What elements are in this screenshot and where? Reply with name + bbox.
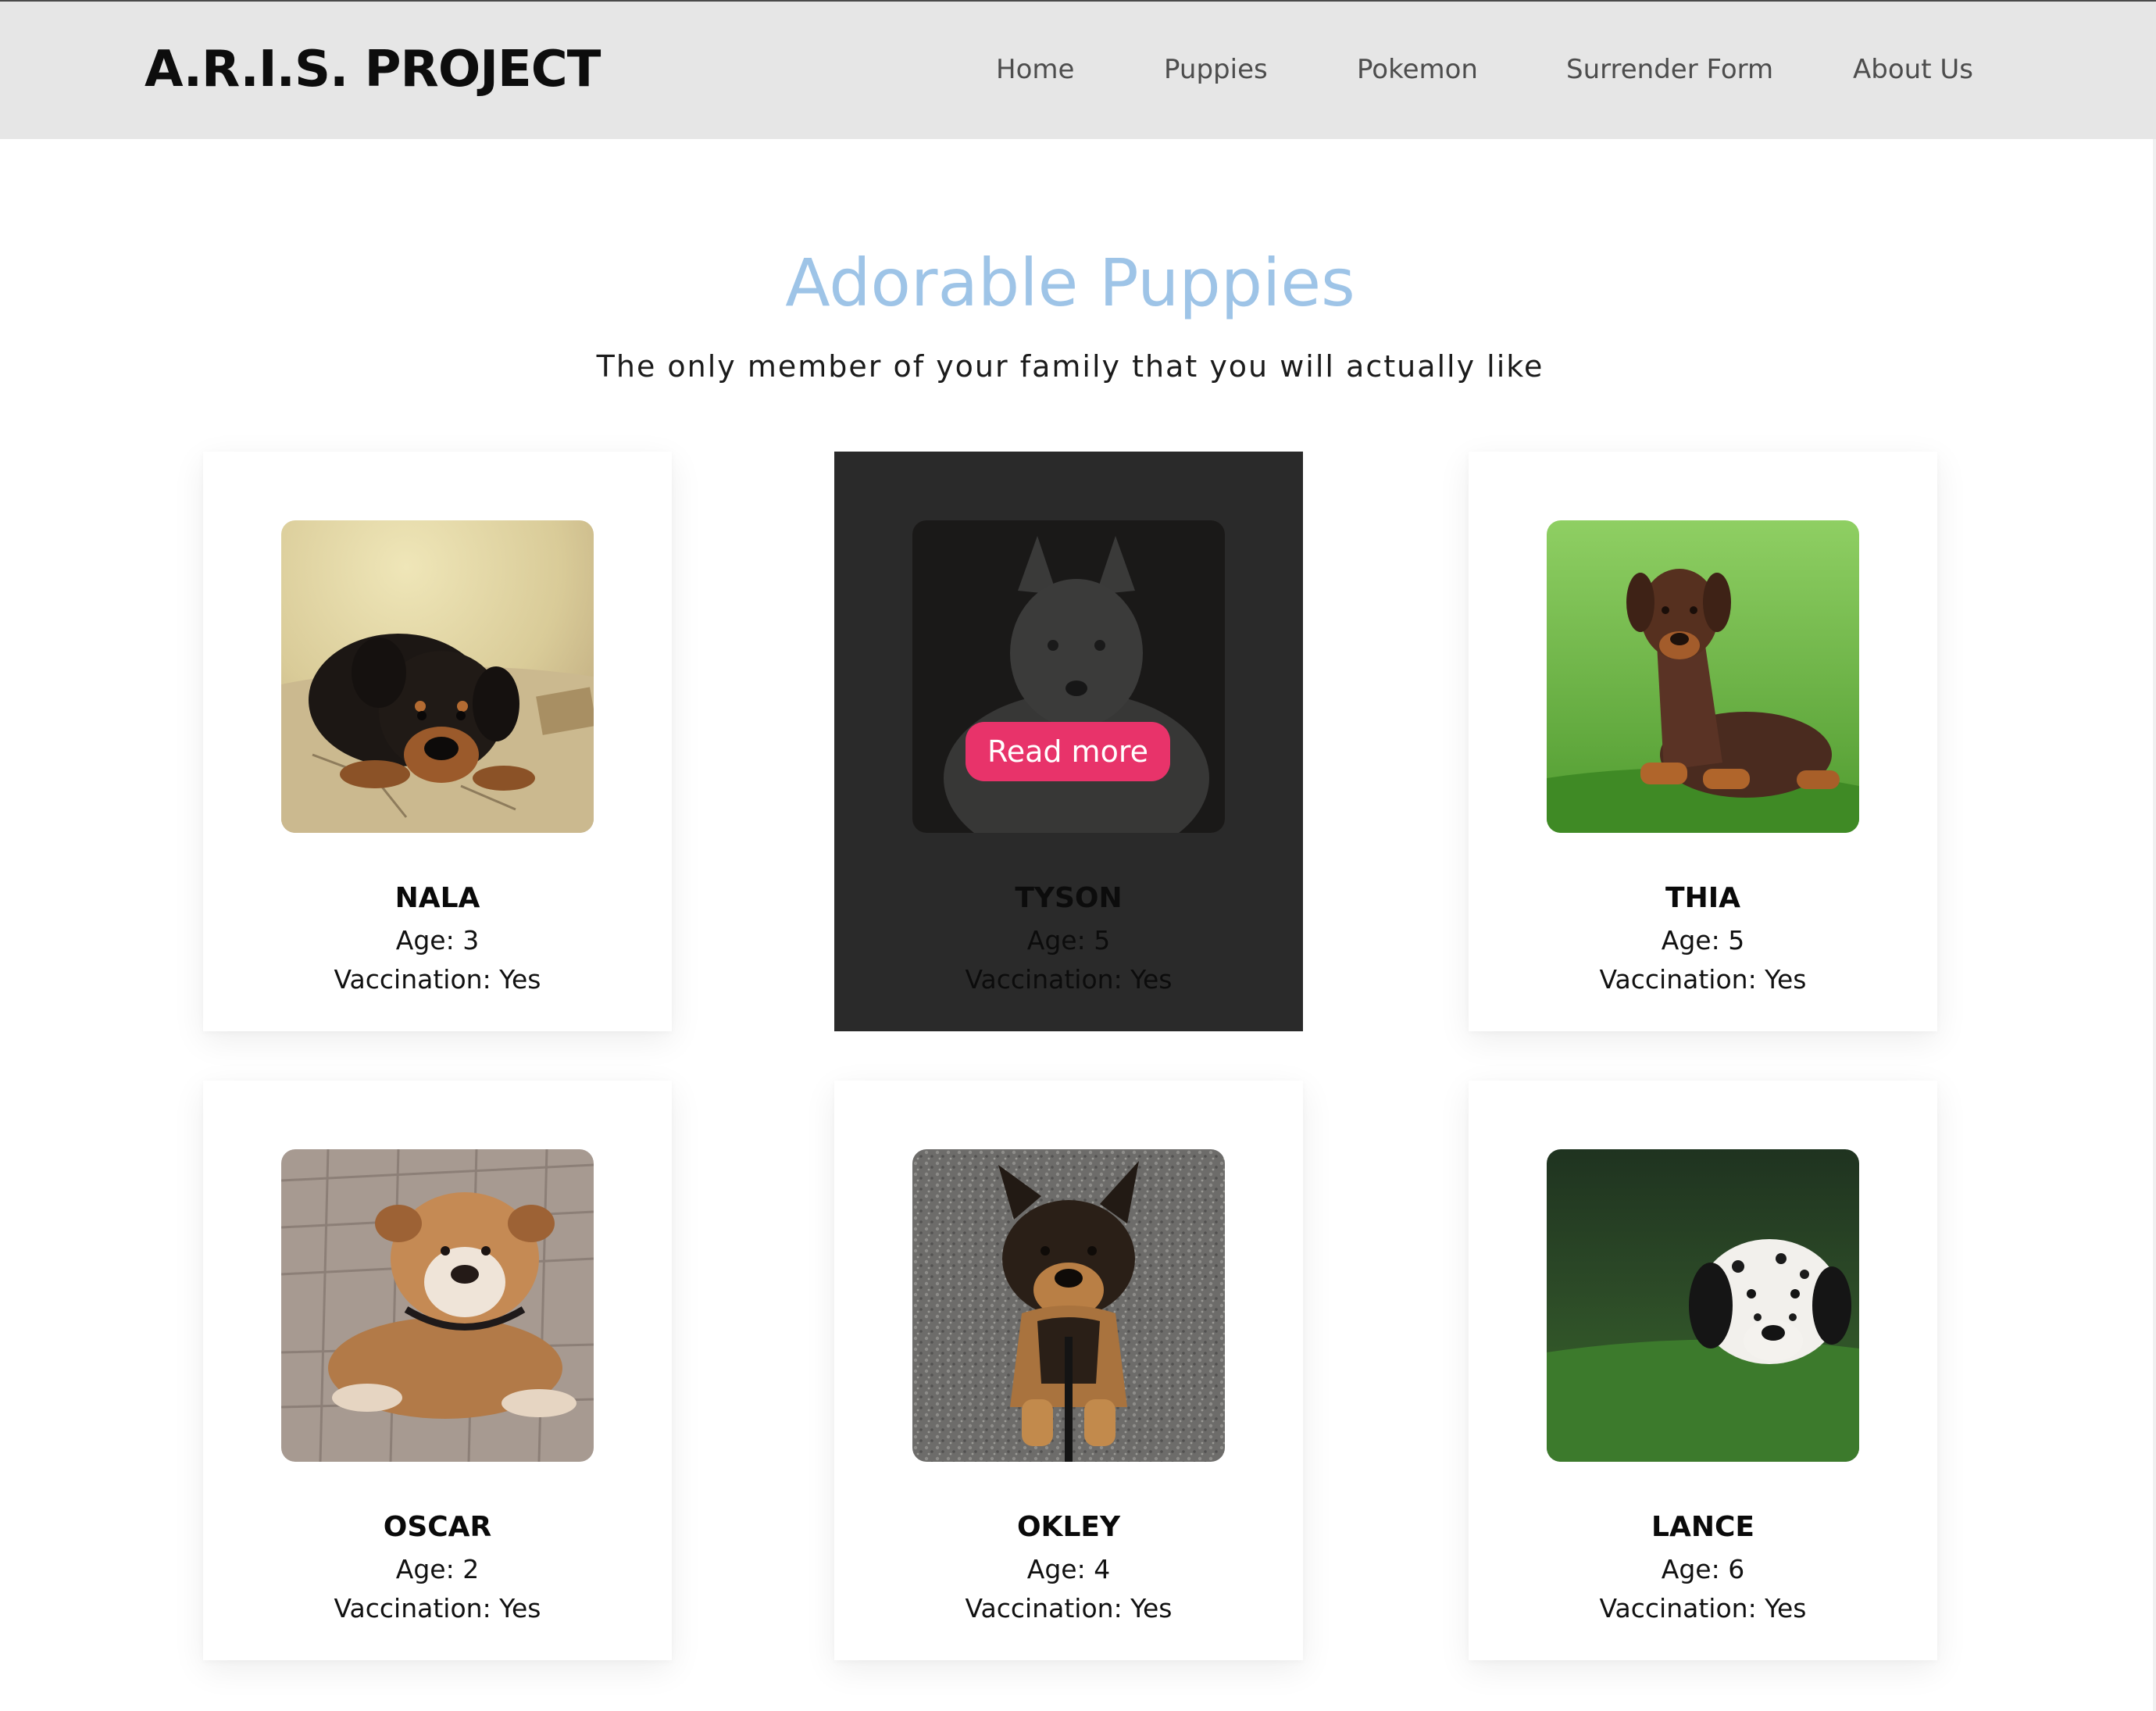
puppy-card-okley[interactable]: OKLEY Age: 4 Vaccination: Yes — [834, 1081, 1303, 1660]
puppy-vaccination: Vaccination: Yes — [965, 1593, 1173, 1623]
puppy-name: TYSON — [1015, 882, 1123, 914]
nav-link-surrender-form[interactable]: Surrender Form — [1566, 50, 1773, 89]
puppy-name: OSCAR — [383, 1511, 492, 1543]
german-shepherd-puppy-photo — [912, 1149, 1225, 1462]
husky-puppy-photo: Read more — [912, 520, 1225, 833]
page-subtitle: The only member of your family that you … — [596, 349, 1544, 384]
puppy-card-nala[interactable]: NALA Age: 3 Vaccination: Yes — [203, 452, 672, 1031]
bulldog-puppy-photo — [281, 1149, 594, 1462]
page-edge-divider — [2153, 139, 2156, 1711]
puppy-card-tyson[interactable]: Read more TYSON Age: 5 Vaccination: Yes — [834, 452, 1303, 1031]
dalmatian-puppy-image — [1547, 1149, 1859, 1462]
puppy-age: Age: 2 — [395, 1554, 480, 1584]
puppy-card-thia[interactable]: THIA Age: 5 Vaccination: Yes — [1469, 452, 1937, 1031]
puppy-vaccination: Vaccination: Yes — [1599, 1593, 1807, 1623]
nav-link-about-us[interactable]: About Us — [1853, 50, 1973, 89]
puppy-vaccination: Vaccination: Yes — [1599, 964, 1807, 995]
puppy-vaccination: Vaccination: Yes — [334, 964, 541, 995]
brand-logo-text[interactable]: A.R.I.S. PROJECT — [145, 34, 601, 105]
page-title: Adorable Puppies — [785, 245, 1355, 321]
image-hover-overlay — [912, 520, 1225, 833]
rottweiler-puppy-image — [281, 520, 594, 833]
puppy-name: OKLEY — [1016, 1511, 1121, 1543]
doberman-puppy-photo — [1547, 520, 1859, 833]
german-shepherd-puppy-image — [912, 1149, 1225, 1462]
puppy-name: LANCE — [1651, 1511, 1754, 1543]
puppy-vaccination: Vaccination: Yes — [965, 964, 1173, 995]
puppy-age: Age: 5 — [1661, 925, 1745, 956]
dalmatian-puppy-photo — [1547, 1149, 1859, 1462]
rottweiler-puppy-photo — [281, 520, 594, 833]
puppy-age: Age: 6 — [1661, 1554, 1745, 1584]
nav-link-home[interactable]: Home — [996, 50, 1074, 89]
top-navigation-bar: A.R.I.S. PROJECT Home Puppies Pokemon Su… — [0, 0, 2156, 139]
puppy-card-oscar[interactable]: OSCAR Age: 2 Vaccination: Yes — [203, 1081, 672, 1660]
puppy-name: THIA — [1665, 882, 1740, 914]
nav-link-puppies[interactable]: Puppies — [1164, 50, 1268, 89]
doberman-puppy-image — [1547, 520, 1859, 833]
puppy-name: NALA — [394, 882, 480, 914]
puppy-age: Age: 3 — [395, 925, 480, 956]
read-more-button[interactable]: Read more — [966, 722, 1170, 781]
puppy-age: Age: 5 — [1026, 925, 1111, 956]
puppy-card-lance[interactable]: LANCE Age: 6 Vaccination: Yes — [1469, 1081, 1937, 1660]
bulldog-puppy-image — [281, 1149, 594, 1462]
puppy-age: Age: 4 — [1026, 1554, 1111, 1584]
puppy-vaccination: Vaccination: Yes — [334, 1593, 541, 1623]
nav-link-pokemon[interactable]: Pokemon — [1357, 50, 1478, 89]
